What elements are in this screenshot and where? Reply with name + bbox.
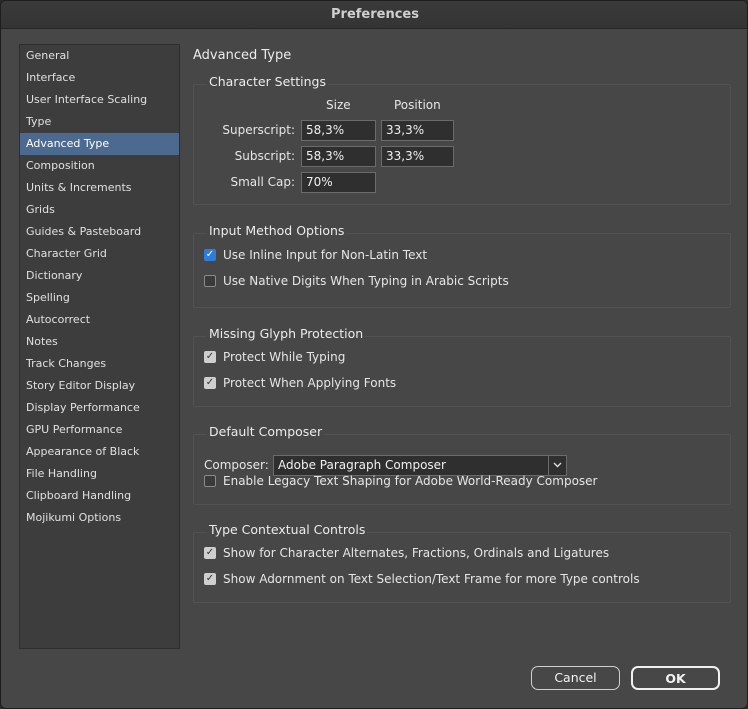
native-digits-label: Use Native Digits When Typing in Arabic … xyxy=(223,274,509,288)
sidebar-item-units-and-increments[interactable]: Units & Increments xyxy=(20,177,179,199)
check-icon: ✓ xyxy=(205,547,215,558)
sidebar-item-autocorrect[interactable]: Autocorrect xyxy=(20,309,179,331)
superscript-label: Superscript: xyxy=(222,123,295,137)
ok-button[interactable]: OK xyxy=(631,666,720,690)
protect-fonts-checkbox[interactable]: ✓ xyxy=(204,377,216,389)
input-method-group: Input Method Options ✓ Use Inline Input … xyxy=(193,223,731,308)
adornment-row[interactable]: ✓ Show Adornment on Text Selection/Text … xyxy=(204,571,640,587)
native-digits-row[interactable]: Use Native Digits When Typing in Arabic … xyxy=(204,273,509,289)
sidebar-item-composition[interactable]: Composition xyxy=(20,155,179,177)
small-cap-label: Small Cap: xyxy=(230,175,295,189)
sidebar-item-mojikumi-options[interactable]: Mojikumi Options xyxy=(20,507,179,529)
superscript-position-field[interactable]: 33,3% xyxy=(381,120,454,141)
sidebar-item-interface[interactable]: Interface xyxy=(20,67,179,89)
sidebar-item-user-interface-scaling[interactable]: User Interface Scaling xyxy=(20,89,179,111)
composer-label: Composer: xyxy=(204,458,269,472)
character-settings-title: Character Settings xyxy=(207,74,328,89)
inline-input-row[interactable]: ✓ Use Inline Input for Non-Latin Text xyxy=(204,247,427,263)
alternates-label: Show for Character Alternates, Fractions… xyxy=(223,546,610,560)
legacy-shaping-checkbox[interactable] xyxy=(204,475,216,487)
subscript-position-field[interactable]: 33,3% xyxy=(381,146,454,167)
inline-input-label: Use Inline Input for Non-Latin Text xyxy=(223,248,428,262)
sidebar-item-display-performance[interactable]: Display Performance xyxy=(20,397,179,419)
sidebar-item-appearance-of-black[interactable]: Appearance of Black xyxy=(20,441,179,463)
cancel-button[interactable]: Cancel xyxy=(531,666,620,690)
sidebar-item-track-changes[interactable]: Track Changes xyxy=(20,353,179,375)
title-bar: Preferences xyxy=(1,1,747,29)
window-title: Preferences xyxy=(331,7,419,22)
sidebar-item-gpu-performance[interactable]: GPU Performance xyxy=(20,419,179,441)
adornment-label: Show Adornment on Text Selection/Text Fr… xyxy=(223,572,640,586)
sidebar-item-spelling[interactable]: Spelling xyxy=(20,287,179,309)
position-column-header: Position xyxy=(394,98,441,112)
sidebar-item-character-grid[interactable]: Character Grid xyxy=(20,243,179,265)
check-icon: ✓ xyxy=(205,377,215,388)
legacy-shaping-row[interactable]: Enable Legacy Text Shaping for Adobe Wor… xyxy=(204,473,598,489)
subscript-label: Subscript: xyxy=(234,149,295,163)
sidebar-item-dictionary[interactable]: Dictionary xyxy=(20,265,179,287)
sidebar-item-guides-and-pasteboard[interactable]: Guides & Pasteboard xyxy=(20,221,179,243)
sidebar-item-type[interactable]: Type xyxy=(20,111,179,133)
type-contextual-group: Type Contextual Controls ✓ Show for Char… xyxy=(193,522,731,603)
check-icon: ✓ xyxy=(205,351,215,362)
sidebar-item-general[interactable]: General xyxy=(20,45,179,67)
page-title: Advanced Type xyxy=(193,48,292,63)
sidebar-item-grids[interactable]: Grids xyxy=(20,199,179,221)
check-icon: ✓ xyxy=(205,249,215,260)
default-composer-group: Default Composer Composer: Adobe Paragra… xyxy=(193,424,731,505)
check-icon: ✓ xyxy=(205,573,215,584)
sidebar-item-story-editor-display[interactable]: Story Editor Display xyxy=(20,375,179,397)
alternates-checkbox[interactable]: ✓ xyxy=(204,547,216,559)
protect-typing-checkbox[interactable]: ✓ xyxy=(204,351,216,363)
default-composer-title: Default Composer xyxy=(207,424,325,439)
missing-glyph-title: Missing Glyph Protection xyxy=(207,326,366,341)
sidebar-item-file-handling[interactable]: File Handling xyxy=(20,463,179,485)
subscript-size-field[interactable]: 58,3% xyxy=(301,146,376,167)
sidebar-list: General Interface User Interface Scaling Ty… xyxy=(19,44,180,649)
alternates-row[interactable]: ✓ Show for Character Alternates, Fractio… xyxy=(204,545,609,561)
small-cap-size-field[interactable]: 70% xyxy=(301,172,376,193)
legacy-shaping-label: Enable Legacy Text Shaping for Adobe Wor… xyxy=(223,474,598,488)
protect-fonts-label: Protect When Applying Fonts xyxy=(223,376,397,390)
protect-typing-label: Protect While Typing xyxy=(223,350,346,364)
size-column-header: Size xyxy=(326,98,351,112)
sidebar-item-clipboard-handling[interactable]: Clipboard Handling xyxy=(20,485,179,507)
sidebar-item-advanced-type[interactable]: Advanced Type xyxy=(20,133,179,155)
character-settings-group: Character Settings Size Position Supersc… xyxy=(193,74,731,205)
type-contextual-title: Type Contextual Controls xyxy=(207,522,368,537)
protect-typing-row[interactable]: ✓ Protect While Typing xyxy=(204,349,345,365)
sidebar-item-notes[interactable]: Notes xyxy=(20,331,179,353)
protect-fonts-row[interactable]: ✓ Protect When Applying Fonts xyxy=(204,375,396,391)
native-digits-checkbox[interactable] xyxy=(204,275,216,287)
missing-glyph-group: Missing Glyph Protection ✓ Protect While… xyxy=(193,326,731,407)
preferences-window: Preferences General Interface User Interfa… xyxy=(0,0,748,709)
adornment-checkbox[interactable]: ✓ xyxy=(204,573,216,585)
inline-input-checkbox[interactable]: ✓ xyxy=(204,249,216,261)
input-method-title: Input Method Options xyxy=(207,223,347,238)
superscript-size-field[interactable]: 58,3% xyxy=(301,120,376,141)
